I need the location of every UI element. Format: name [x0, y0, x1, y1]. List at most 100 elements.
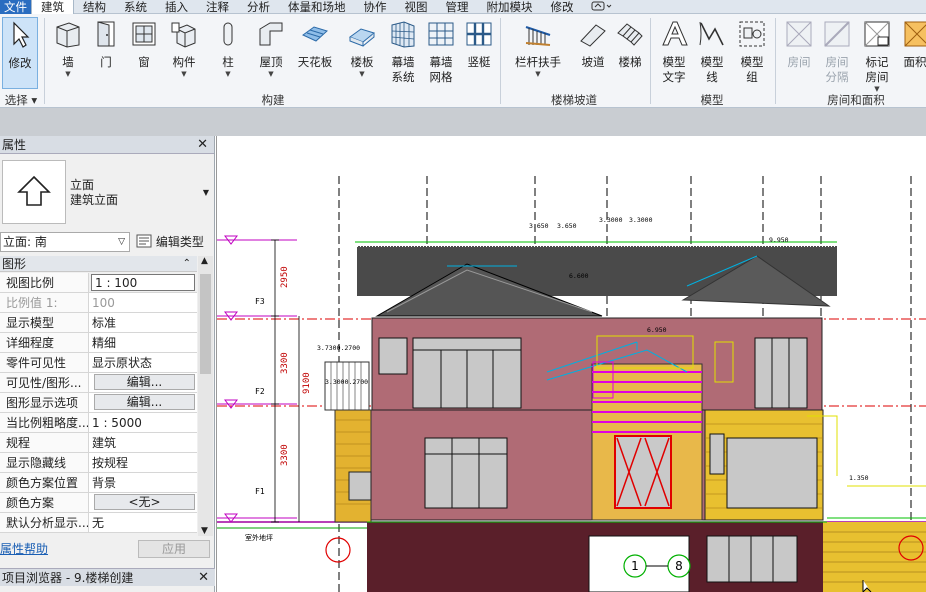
ceiling-icon [302, 26, 328, 42]
elevation-tag: 3.3000.2700 [325, 378, 368, 386]
component-button[interactable]: 构件 ▼ [165, 17, 203, 89]
dim-9100: 9100 [302, 372, 312, 394]
apply-button[interactable]: 应用 [138, 540, 210, 558]
property-edit-button[interactable]: 编辑... [94, 394, 195, 410]
property-value[interactable]: 编辑... [89, 373, 197, 392]
elevation-tag: 3.650 [557, 222, 577, 230]
group-build: 构建 [261, 93, 285, 107]
property-key: 详细程度 [0, 333, 89, 352]
curtain-system-button[interactable]: 幕墙 系统 [384, 17, 422, 89]
property-value[interactable]: 编辑... [89, 393, 197, 412]
model-text-icon [662, 21, 688, 46]
property-value[interactable]: 标准 [89, 313, 197, 332]
elevation-tag: 3.3000 [629, 216, 653, 224]
property-key: 视图比例 [0, 273, 89, 292]
property-key: 比例值 1: [0, 293, 89, 312]
dim-3300-lower: 3300 [280, 444, 290, 466]
mullion-button[interactable]: 竖梃 [460, 17, 498, 89]
tab-collaborate[interactable]: 协作 [355, 0, 396, 14]
wall-button[interactable]: 墙 ▼ [49, 17, 87, 89]
property-value[interactable]: <无> [89, 493, 197, 512]
railing-button[interactable]: 栏杆扶手 ▼ [510, 17, 566, 89]
ramp-button[interactable]: 坡道 [574, 17, 612, 89]
group-circulation: 楼梯坡道 [551, 93, 597, 107]
properties-scrollbar[interactable]: ▲ ▼ [198, 256, 213, 536]
roof-button[interactable]: 屋顶 ▼ [252, 17, 290, 89]
type-name[interactable]: 立面 建筑立面 [70, 178, 118, 208]
model-line-button[interactable]: 模型线 [693, 17, 731, 89]
property-value[interactable]: 1 : 5000 [89, 413, 197, 432]
properties-help-link[interactable]: 属性帮助 [0, 540, 48, 557]
tab-addins[interactable]: 附加模块 [478, 0, 542, 14]
tag-room-button[interactable]: 标记 房间 ▼ [858, 17, 896, 93]
component-icon [171, 22, 196, 48]
floor-button[interactable]: 楼板 ▼ [343, 17, 381, 89]
curtain-grid-button[interactable]: 幕墙 网格 [422, 17, 460, 89]
ceiling-button[interactable]: 天花板 [296, 17, 334, 89]
room-separator-button[interactable]: 房间 分隔 [818, 17, 856, 89]
elevation-tag: 3.3000 [599, 216, 623, 224]
tab-file[interactable]: 文件 [0, 0, 31, 14]
property-key: 当比例粗略度... [0, 413, 89, 432]
property-row: 颜色方案 <无> [0, 493, 197, 513]
curtain-system-icon [391, 21, 415, 48]
ribbon-minimize-icon[interactable] [583, 0, 619, 14]
property-row: 可见性/图形... 编辑... [0, 373, 197, 393]
workspace-band [0, 108, 926, 136]
modify-label: 修改 [8, 56, 32, 70]
property-edit-button[interactable]: <无> [94, 494, 195, 510]
properties-palette: 属性 ✕ 立面 建筑立面 ▼ 立面: 南 ▽ 编辑类型 图形 ⌃ 视图比例 1 :… [0, 136, 215, 592]
model-group-button[interactable]: 模型组 [733, 17, 771, 89]
cursor-arrow-icon [13, 21, 30, 48]
tab-manage[interactable]: 管理 [437, 0, 478, 14]
room-button[interactable]: 房间 [780, 17, 818, 89]
ribbon-tabs: 文件 建筑 结构 系统 插入 注释 分析 体量和场地 协作 视图 管理 附加模块… [0, 0, 926, 14]
property-value[interactable]: 100 [89, 293, 197, 312]
property-value[interactable]: 精细 [89, 333, 197, 352]
railing-icon [525, 25, 551, 46]
property-edit-button[interactable]: 编辑... [94, 374, 195, 390]
dim-3300-upper: 3300 [280, 352, 290, 374]
graphics-section-header[interactable]: 图形 ⌃ [0, 256, 197, 272]
area-icon [904, 21, 926, 47]
ground-level-label: 室外地坪 [245, 533, 273, 542]
property-value[interactable]: 建筑 [89, 433, 197, 452]
grid-label-1: 1 [631, 559, 639, 573]
tab-modify[interactable]: 修改 [542, 0, 583, 14]
tab-systems[interactable]: 系统 [115, 0, 156, 14]
stair-button[interactable]: 楼梯 [611, 17, 649, 89]
model-text-button[interactable]: 模型 文字 [655, 17, 693, 89]
drawing-canvas[interactable]: F3 F2 F1 2950 3300 3300 9100 1 8 3.650 3… [216, 136, 926, 592]
ramp-icon [580, 24, 606, 47]
modify-button[interactable]: 修改 [2, 17, 38, 89]
close-icon[interactable]: ✕ [198, 569, 209, 587]
door-icon [97, 21, 115, 47]
property-value[interactable]: 按规程 [89, 453, 197, 472]
group-select[interactable]: 选择 ▾ [0, 92, 42, 107]
elevation-drawing[interactable]: F3 F2 F1 2950 3300 3300 9100 1 8 3.650 3… [217, 136, 926, 592]
property-row: 规程 建筑 [0, 433, 197, 453]
window-button[interactable]: 窗 [125, 17, 163, 89]
close-icon[interactable]: ✕ [197, 136, 208, 154]
type-selector-dropdown-icon[interactable]: ▼ [203, 188, 209, 197]
tab-architecture[interactable]: 建筑 [31, 0, 74, 14]
tab-view[interactable]: 视图 [396, 0, 437, 14]
level-label-f3: F3 [255, 297, 265, 306]
property-row: 视图比例 1 : 100 [0, 273, 197, 293]
tab-structure[interactable]: 结构 [74, 0, 115, 14]
edit-type-button[interactable]: 编辑类型 [136, 232, 204, 252]
property-row: 颜色方案位置 背景 [0, 473, 197, 493]
property-value[interactable]: 显示原状态 [89, 353, 197, 372]
tab-analyze[interactable]: 分析 [238, 0, 279, 14]
tab-insert[interactable]: 插入 [156, 0, 197, 14]
view-instance-selector[interactable]: 立面: 南 ▽ [0, 232, 130, 252]
area-button[interactable]: 面积 [902, 17, 926, 89]
property-value[interactable]: 无 [89, 513, 197, 532]
door-button[interactable]: 门 [87, 17, 125, 89]
tab-massing-site[interactable]: 体量和场地 [279, 0, 355, 14]
column-button[interactable]: 柱 ▼ [209, 17, 247, 89]
property-row: 显示隐藏线 按规程 [0, 453, 197, 473]
tab-annotate[interactable]: 注释 [197, 0, 238, 14]
property-value[interactable]: 背景 [89, 473, 197, 492]
property-value[interactable]: 1 : 100 [91, 274, 195, 291]
